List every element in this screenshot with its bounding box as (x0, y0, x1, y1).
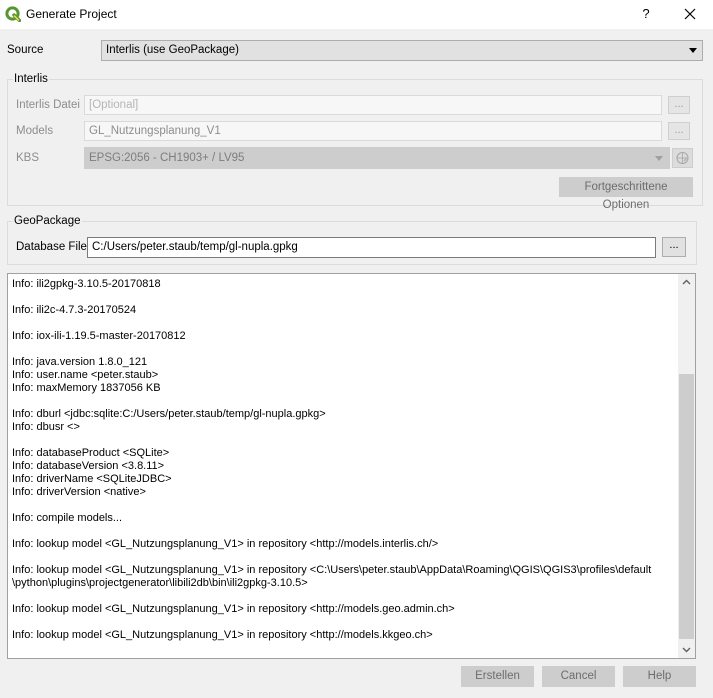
chevron-down-icon (682, 647, 691, 653)
log-line: Info: java.version 1.8.0_121 (12, 356, 148, 368)
interlis-file-browse-button[interactable]: ... (668, 96, 690, 114)
log-line: Info: lookup model <GL_Nutzungsplanung_V… (12, 564, 652, 576)
kbs-select[interactable]: EPSG:2056 - CH1903+ / LV95 (84, 147, 670, 169)
source-select-value: Interlis (use GeoPackage) (106, 44, 239, 56)
interlis-file-input[interactable]: [Optional] (84, 95, 662, 115)
chevron-down-icon (689, 48, 697, 53)
interlis-group-title: Interlis (13, 73, 49, 85)
geopackage-group-title: GeoPackage (13, 215, 82, 227)
log-line: Info: dburl <jdbc:sqlite:C:/Users/peter.… (12, 408, 326, 420)
crs-globe-icon (676, 152, 689, 164)
title-bar: Generate Project ? (0, 0, 713, 29)
log-line: Info: user.name <peter.staub> (12, 369, 159, 381)
log-scrollbar[interactable] (678, 274, 695, 658)
log-line: Info: databaseVersion <3.8.11> (12, 460, 165, 472)
models-browse-button[interactable]: ... (668, 122, 690, 140)
log-line: \python\plugins\projectgenerator\libili2… (12, 577, 308, 589)
scroll-down-button[interactable] (678, 641, 695, 658)
qgis-logo-icon (5, 6, 21, 22)
log-line: Info: lookup model <GL_Nutzungsplanung_V… (12, 603, 455, 615)
help-title-button[interactable]: ? (635, 4, 657, 24)
chevron-up-icon (682, 279, 691, 285)
database-file-label: Database File (16, 241, 87, 253)
models-input[interactable]: GL_Nutzungsplanung_V1 (84, 121, 662, 141)
log-lines: Info: ili2gpkg-3.10.5-20170818 Info: ili2… (12, 278, 677, 642)
database-file-browse-button[interactable]: ... (662, 237, 686, 257)
kbs-select-value: EPSG:2056 - CH1903+ / LV95 (89, 152, 245, 164)
log-output[interactable]: Info: ili2gpkg-3.10.5-20170818 Info: ili2… (7, 273, 696, 659)
source-select[interactable]: Interlis (use GeoPackage) (101, 40, 703, 61)
help-button[interactable]: Help (623, 666, 696, 687)
scroll-up-button[interactable] (678, 274, 695, 291)
close-button[interactable] (678, 4, 702, 24)
database-file-input[interactable]: C:/Users/peter.staub/temp/gl-nupla.gpkg (87, 237, 656, 258)
scroll-thumb[interactable] (679, 374, 694, 639)
log-line: Info: dbusr <> (12, 421, 80, 433)
log-line: Info: lookup model <GL_Nutzungsplanung_V… (12, 538, 439, 550)
close-icon (684, 8, 696, 20)
log-line: Info: maxMemory 1837056 KB (12, 382, 161, 394)
cancel-button[interactable]: Cancel (542, 666, 615, 687)
interlis-file-label: Interlis Datei (16, 99, 80, 111)
create-button[interactable]: Erstellen (461, 666, 534, 687)
log-line: Info: databaseProduct <SQLite> (12, 447, 170, 459)
window-title: Generate Project (26, 7, 117, 21)
models-label: Models (16, 125, 54, 137)
kbs-label: KBS (16, 152, 40, 164)
log-line: Info: iox-ili-1.19.5-master-20170812 (12, 330, 186, 342)
source-label: Source (7, 44, 44, 56)
chevron-down-icon (655, 156, 663, 161)
log-line: Info: lookup model <GL_Nutzungsplanung_V… (12, 629, 433, 641)
log-line: Info: driverVersion <native> (12, 486, 146, 498)
log-line: Info: compile models... (12, 512, 123, 524)
log-line: Info: driverName <SQLiteJDBC> (12, 473, 172, 485)
advanced-options-button[interactable]: Fortgeschrittene Optionen (559, 177, 693, 211)
log-line: Info: ili2gpkg-3.10.5-20170818 (12, 278, 161, 290)
log-line: Info: ili2c-4.7.3-20170524 (12, 304, 137, 316)
crs-selector-button[interactable] (672, 148, 693, 168)
